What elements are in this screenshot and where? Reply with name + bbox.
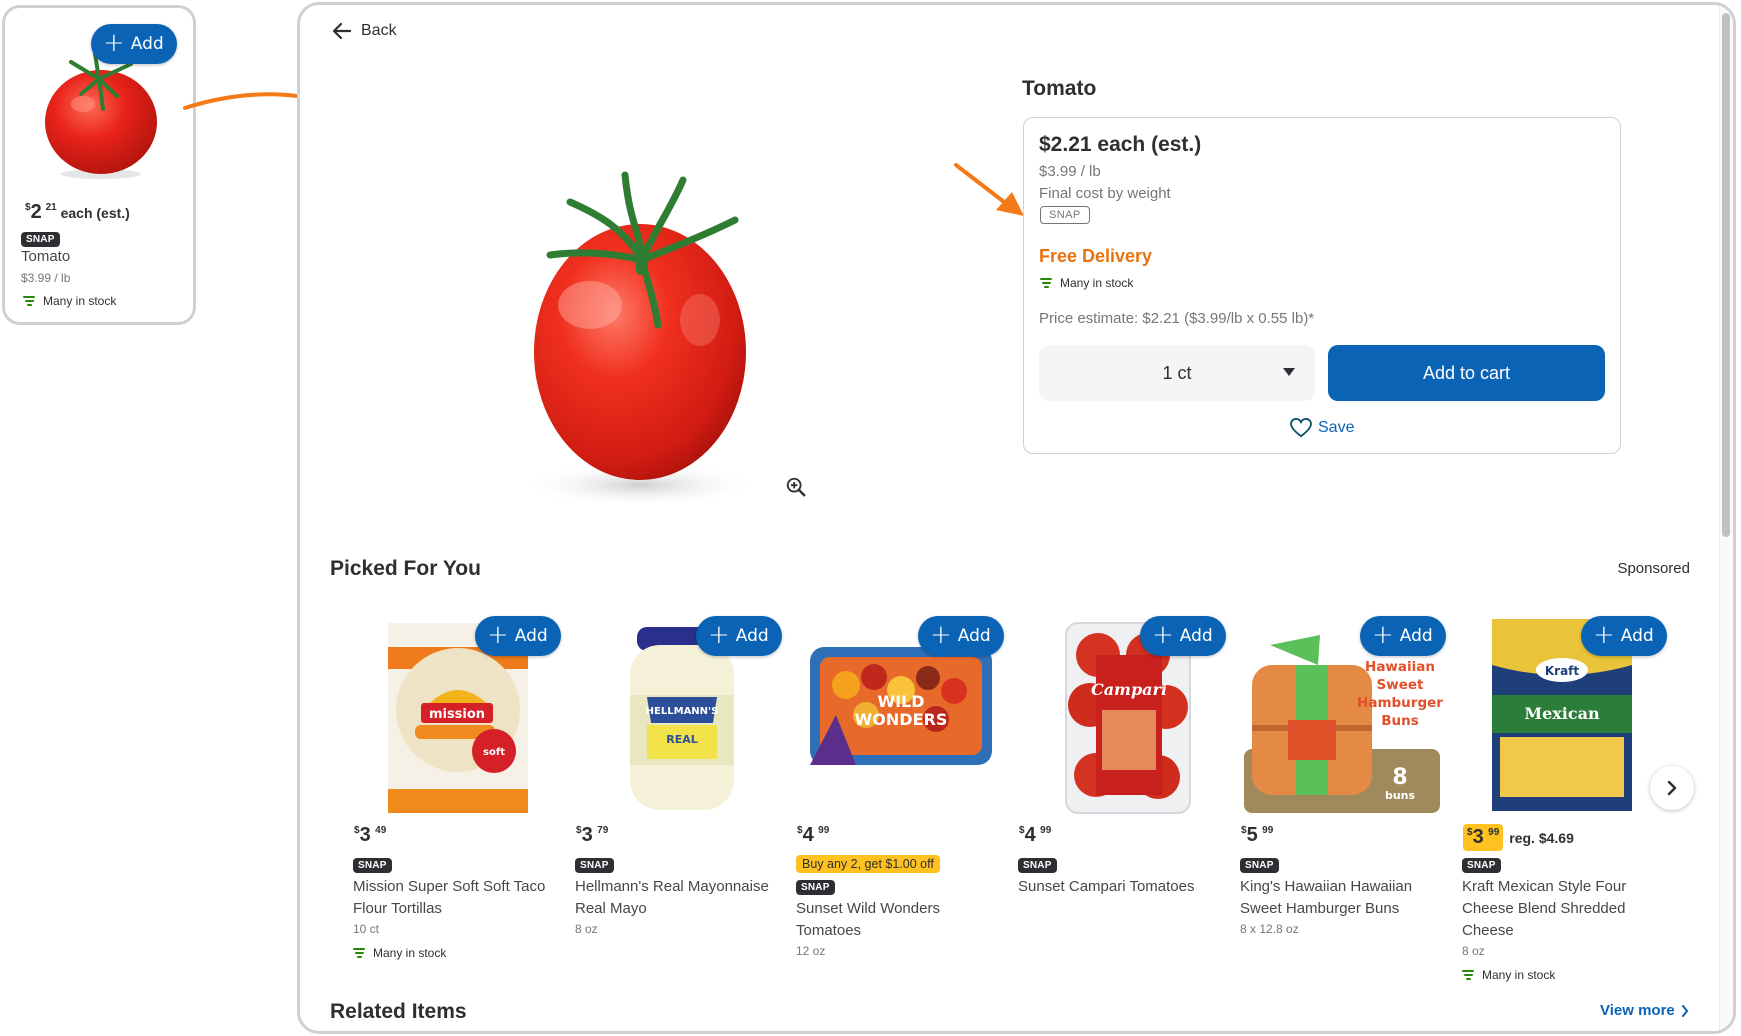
product-image-text: Hawaiian Sweet Hamburger Buns (1357, 659, 1443, 729)
chevron-right-icon (1667, 780, 1677, 796)
product-title: Tomato (1022, 77, 1097, 100)
svg-text:REAL: REAL (666, 733, 698, 746)
plus-icon: + (1372, 619, 1394, 650)
svg-text:Campari: Campari (1091, 680, 1167, 699)
plus-icon: + (103, 27, 125, 58)
product-size: 8 x 12.8 oz (1240, 922, 1299, 936)
plus-icon: + (930, 619, 952, 650)
add-to-cart-button[interactable]: Add to cart (1328, 345, 1605, 401)
product-price: $3 99 reg. $4.69 (1463, 824, 1574, 851)
product-name[interactable]: Sunset Wild Wonders Tomatoes (796, 898, 1006, 942)
add-button[interactable]: + Add (696, 616, 782, 656)
product-name: Tomato (21, 248, 71, 265)
promo-badge[interactable]: Buy any 2, get $1.00 off (796, 855, 940, 873)
svg-text:soft: soft (483, 747, 505, 758)
unit-price: $3.99 / lb (21, 271, 71, 285)
product-name[interactable]: King's Hawaiian Hawaiian Sweet Hamburger… (1240, 876, 1450, 920)
plus-icon: + (1152, 619, 1174, 650)
stock-status: Many in stock (23, 294, 116, 308)
stock-status: Many in stock (353, 946, 563, 960)
product-price: $4 99 (797, 824, 830, 846)
product-image-count: 8 buns (1384, 765, 1416, 803)
product-size: 8 oz (1462, 944, 1485, 958)
regular-price: reg. $4.69 (1509, 829, 1574, 846)
snap-badge: SNAP (575, 858, 614, 873)
product-name[interactable]: Mission Super Soft Soft Taco Flour Torti… (353, 876, 563, 920)
product-main-image (520, 171, 760, 507)
free-delivery-label: Free Delivery (1039, 246, 1153, 266)
sponsored-label: Sponsored (1617, 560, 1690, 577)
arrow-left-icon (333, 23, 351, 39)
stock-level-icon (23, 296, 35, 306)
product-tile-tomato[interactable]: + Add $2 21 each (est.) SNAP Tomato $3.9… (2, 5, 196, 325)
svg-text:WONDERS: WONDERS (855, 710, 948, 729)
snap-badge: SNAP (353, 858, 392, 873)
heart-icon (1290, 418, 1312, 438)
carousel-next-button[interactable] (1650, 766, 1694, 810)
add-button[interactable]: + Add (1360, 616, 1446, 656)
section-title-related-items: Related Items (330, 1000, 467, 1023)
product-size: 8 oz (575, 922, 598, 936)
final-cost-note: Final cost by weight (1039, 185, 1171, 202)
section-title-picked-for-you: Picked For You (330, 557, 481, 580)
product-price: $3 49 (354, 824, 387, 846)
snap-badge: SNAP (796, 880, 835, 895)
product-price: $4 99 (1019, 824, 1052, 846)
add-button[interactable]: + Add (1581, 616, 1667, 656)
product-price: $3 79 (576, 824, 609, 846)
product-size: 12 oz (796, 944, 826, 958)
price-estimate: Price estimate: $2.21 ($3.99/lb x 0.55 l… (1039, 310, 1315, 327)
svg-text:Mexican: Mexican (1524, 704, 1600, 723)
quantity-select[interactable]: 1 ct (1039, 345, 1315, 401)
plus-icon: + (708, 619, 730, 650)
snap-badge: SNAP (1018, 858, 1057, 873)
stock-level-icon (353, 948, 365, 958)
plus-icon: + (487, 619, 509, 650)
svg-text:Kraft: Kraft (1545, 664, 1580, 678)
back-button[interactable]: Back (333, 22, 397, 40)
stock-status: Many in stock (1462, 968, 1672, 982)
snap-badge: SNAP (1240, 858, 1279, 873)
add-button[interactable]: + Add (1140, 616, 1226, 656)
scrollbar-thumb[interactable] (1722, 13, 1730, 537)
plus-icon: + (1593, 619, 1615, 650)
product-name[interactable]: Sunset Campari Tomatoes (1018, 876, 1228, 898)
stock-status: Many in stock (1040, 276, 1133, 290)
sale-price-badge: $3 99 (1463, 824, 1504, 851)
save-button[interactable]: Save (1290, 418, 1354, 438)
product-size: 10 ct (353, 922, 380, 936)
stock-level-icon (1462, 970, 1474, 980)
zoom-in-icon[interactable] (785, 476, 807, 498)
product-name[interactable]: Hellmann's Real Mayonnaise Real Mayo (575, 876, 785, 920)
unit-price: $3.99 / lb (1039, 163, 1101, 180)
add-button[interactable]: + Add (918, 616, 1004, 656)
svg-text:HELLMANN'S: HELLMANN'S (646, 706, 719, 717)
product-price: $2.21 each (est.) (1039, 133, 1202, 156)
add-button[interactable]: + Add (91, 24, 177, 64)
svg-text:WILD: WILD (877, 692, 924, 711)
snap-badge: SNAP (1040, 206, 1090, 224)
svg-text:mission: mission (429, 707, 485, 722)
price: $2 21 each (est.) (25, 201, 130, 223)
add-button[interactable]: + Add (475, 616, 561, 656)
product-price: $5 99 (1241, 824, 1274, 846)
scrollbar-track[interactable] (1719, 5, 1733, 1031)
snap-badge: SNAP (21, 232, 60, 247)
caret-down-icon (1283, 368, 1295, 376)
stock-level-icon (1040, 278, 1052, 288)
chevron-right-icon (1681, 1004, 1689, 1017)
product-name[interactable]: Kraft Mexican Style Four Cheese Blend Sh… (1462, 876, 1672, 942)
snap-badge: SNAP (1462, 858, 1501, 873)
view-more-link[interactable]: View more (1600, 1002, 1689, 1019)
